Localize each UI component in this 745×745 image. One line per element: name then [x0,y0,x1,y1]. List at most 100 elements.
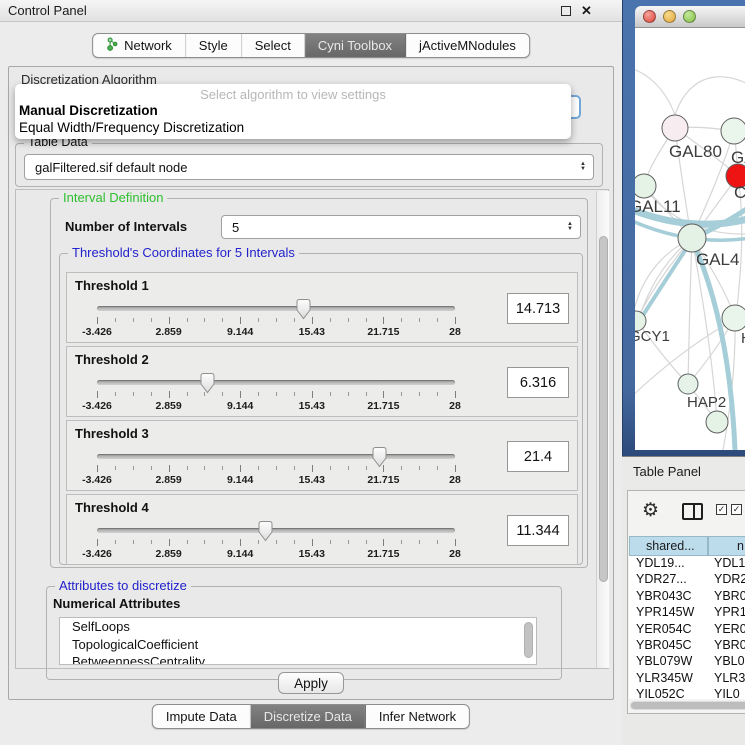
table-row[interactable]: YBL079WYBL0 [629,654,745,670]
tab-label: Select [255,38,291,53]
apply-button[interactable]: Apply [278,672,344,694]
tab-label: Network [124,38,172,53]
cell-shared-name: YDL19... [629,556,708,572]
checkbox-checked-icon[interactable]: ✓ [731,504,742,515]
threshold-value-field[interactable]: 6.316 [507,367,569,398]
network-node-gal4[interactable] [678,224,706,252]
network-node-ga[interactable] [721,118,745,144]
table-hscrollbar-thumb[interactable] [631,702,745,709]
cyni-toolbox-panel: Discretization Algorithm Select algorith… [8,66,614,700]
slider-tick [151,466,152,470]
network-canvas[interactable]: GAL80GACGAL11GAL4GCY1HHAP2 [635,28,745,450]
algorithm-option[interactable]: Manual Discretization [19,103,158,118]
table-data-group: Table Data galFiltered.sif default node … [15,143,603,187]
slider-tick [97,465,98,472]
slider-tick [258,466,259,470]
slider-tick-label: 9.144 [208,326,272,338]
network-edge[interactable] [675,77,745,115]
slider-handle[interactable] [257,520,274,542]
table-column-header[interactable]: n [708,536,745,556]
slider-track[interactable] [97,380,455,385]
slider-handle[interactable] [295,298,312,320]
network-edge[interactable] [688,238,692,383]
threshold-value-field[interactable]: 21.4 [507,441,569,472]
traffic-zoom-icon[interactable] [683,10,696,23]
cell-shared-name: YER054C [629,622,708,638]
slider-tick [97,539,98,546]
network-node-gal11[interactable] [635,174,656,198]
settings-scrollbar-thumb[interactable] [599,236,608,582]
network-node-hap2[interactable] [678,374,698,394]
table-data-combobox[interactable]: galFiltered.sif default node ▲▼ [24,154,594,180]
table-row[interactable]: YBR043CYBR0 [629,589,745,605]
attributes-listbox[interactable]: SelfLoopsTopologicalCoefficientBetweenne… [59,617,537,665]
network-icon [106,37,119,54]
slider-tick-label: 15.43 [280,326,344,338]
slider-handle[interactable] [371,446,388,468]
table-row[interactable]: YDR27...YDR2 [629,572,745,588]
close-icon[interactable]: ✕ [581,3,592,19]
list-scrollbar-thumb[interactable] [524,622,533,658]
cell-shared-name: YLR345W [629,671,708,687]
tab-network[interactable]: Network [93,34,186,57]
slider-tick [312,391,313,398]
slider-tick-label: 21.715 [351,548,415,560]
threshold-value-field[interactable]: 14.713 [507,293,569,324]
table-row[interactable]: YER054CYER0 [629,622,745,638]
table-row[interactable]: YLR345WYLR3 [629,671,745,687]
network-node[interactable] [706,411,728,433]
slider-tick-label: 21.715 [351,400,415,412]
bottom-tab-impute-data[interactable]: Impute Data [153,705,251,728]
table-row[interactable]: YIL052CYIL0 [629,687,745,699]
slider-tick [133,392,134,396]
network-node-label: GAL4 [696,250,739,269]
table-horizontal-scrollbar[interactable] [630,701,745,710]
slider-tick [366,540,367,544]
cell-name: YDR2 [708,572,745,588]
settings-vertical-scrollbar[interactable] [596,191,609,668]
cell-shared-name: YPR145W [629,605,708,621]
table-row[interactable]: YBR045CYBR0 [629,638,745,654]
cell-name: YDL1 [708,556,745,572]
bottom-tab-discretize-data[interactable]: Discretize Data [251,705,366,728]
columns-icon[interactable] [682,503,703,520]
algorithm-option[interactable]: Equal Width/Frequency Discretization [19,120,244,135]
float-window-icon[interactable] [561,6,571,16]
slider-tick-label: 21.715 [351,326,415,338]
attribute-list-item[interactable]: SelfLoops [60,618,536,636]
slider-tick [437,318,438,322]
slider-track[interactable] [97,306,455,311]
slider-tick [348,318,349,322]
traffic-close-icon[interactable] [643,10,656,23]
table-column-header[interactable]: shared... [629,536,708,556]
slider-tick [276,392,277,396]
network-window-titlebar[interactable] [635,6,745,28]
attribute-list-item[interactable]: TopologicalCoefficient [60,636,536,654]
slider-tick [222,392,223,396]
network-graph[interactable]: GAL80GACGAL11GAL4GCY1HHAP2 [635,28,745,450]
cell-name: YBR0 [708,589,745,605]
tab-jactivemnodules[interactable]: jActiveMNodules [406,34,529,57]
slider-tick [276,466,277,470]
threshold-panel: Threshold 1-3.4262.8599.14415.4321.71528… [66,272,578,343]
slider-handle[interactable] [199,372,216,394]
threshold-panel: Threshold 4-3.4262.8599.14415.4321.71528… [66,494,578,565]
traffic-minimize-icon[interactable] [663,10,676,23]
network-edge[interactable] [635,68,675,115]
attribute-list-item[interactable]: BetweennessCentrality [60,653,536,665]
tab-style[interactable]: Style [186,34,242,57]
slider-track[interactable] [97,454,455,459]
slider-tick [115,318,116,322]
checkbox-checked-icon[interactable]: ✓ [716,504,727,515]
table-row[interactable]: YDL19...YDL1 [629,556,745,572]
table-row[interactable]: YPR145WYPR1 [629,605,745,621]
number-of-intervals-combobox[interactable]: 5 ▲▼ [221,215,581,239]
tab-cyni-toolbox[interactable]: Cyni Toolbox [305,34,406,57]
threshold-value-field[interactable]: 11.344 [507,515,569,546]
gear-icon[interactable]: ⚙ [642,499,659,522]
slider-track[interactable] [97,528,455,533]
tab-select[interactable]: Select [242,34,305,57]
network-node-h[interactable] [722,305,745,331]
network-node-gal80[interactable] [662,115,688,141]
bottom-tab-infer-network[interactable]: Infer Network [366,705,469,728]
